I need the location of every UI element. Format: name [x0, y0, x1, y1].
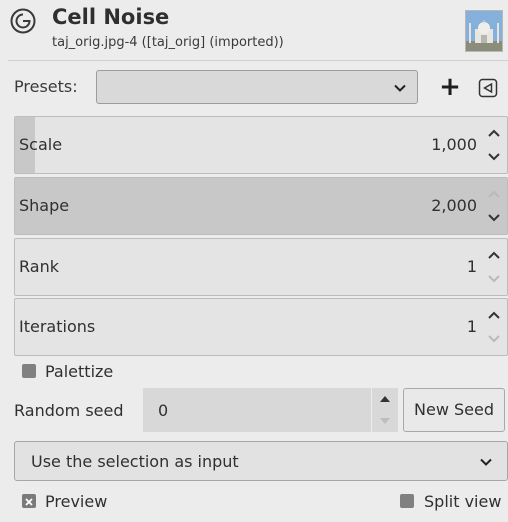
palettize-label[interactable]: Palettize — [45, 362, 113, 381]
image-thumbnail — [465, 10, 503, 52]
scale-spinscale[interactable]: Scale 1,000 — [14, 116, 508, 174]
dialog-header: Cell Noise taj_orig.jpg-4 ([taj_orig] (i… — [0, 0, 508, 60]
header-separator — [8, 60, 508, 61]
image-subtitle: taj_orig.jpg-4 ([taj_orig] (imported)) — [52, 35, 284, 50]
scale-label: Scale — [19, 135, 63, 154]
increment-icon[interactable] — [485, 125, 503, 143]
decrement-icon[interactable] — [376, 412, 394, 430]
scale-value: 1,000 — [431, 135, 477, 154]
chevron-down-icon — [394, 84, 406, 92]
rank-spinscale[interactable]: Rank 1 — [14, 238, 508, 296]
dialog-title: Cell Noise — [52, 5, 170, 29]
decrement-icon[interactable] — [485, 329, 503, 347]
iterations-value: 1 — [466, 317, 477, 336]
split-view-label[interactable]: Split view — [424, 492, 501, 511]
iterations-label: Iterations — [19, 317, 96, 336]
input-mode-value: Use the selection as input — [31, 452, 239, 471]
increment-icon[interactable] — [485, 307, 503, 325]
increment-icon[interactable] — [485, 247, 503, 265]
presets-combo[interactable] — [96, 70, 418, 104]
new-seed-button[interactable]: New Seed — [403, 388, 505, 432]
split-view-checkbox[interactable] — [400, 494, 414, 508]
preview-checkbox[interactable] — [22, 494, 36, 508]
random-seed-stepper[interactable] — [372, 388, 398, 432]
presets-label: Presets: — [14, 77, 78, 96]
rank-label: Rank — [19, 257, 59, 276]
increment-icon[interactable] — [376, 390, 394, 408]
preview-label[interactable]: Preview — [45, 492, 107, 511]
shape-value: 2,000 — [431, 196, 477, 215]
chevron-down-icon — [480, 458, 492, 466]
input-mode-combo[interactable]: Use the selection as input — [14, 441, 508, 481]
add-preset-button[interactable]: + — [437, 73, 463, 101]
palettize-checkbox[interactable] — [22, 364, 36, 378]
decrement-icon[interactable] — [485, 269, 503, 287]
decrement-icon[interactable] — [485, 208, 503, 226]
random-seed-input[interactable] — [143, 388, 371, 432]
increment-icon[interactable] — [485, 186, 503, 204]
iterations-spinscale[interactable]: Iterations 1 — [14, 298, 508, 356]
menu-triangle-icon[interactable] — [478, 78, 498, 98]
shape-spinscale[interactable]: Shape 2,000 — [14, 177, 508, 235]
checkmark-icon — [25, 498, 33, 506]
random-seed-value[interactable]: 0 — [158, 401, 168, 420]
shape-label: Shape — [19, 196, 70, 215]
gegl-swirl-icon — [10, 8, 36, 34]
rank-value: 1 — [466, 257, 477, 276]
decrement-icon[interactable] — [485, 147, 503, 165]
random-seed-label: Random seed — [14, 401, 124, 420]
